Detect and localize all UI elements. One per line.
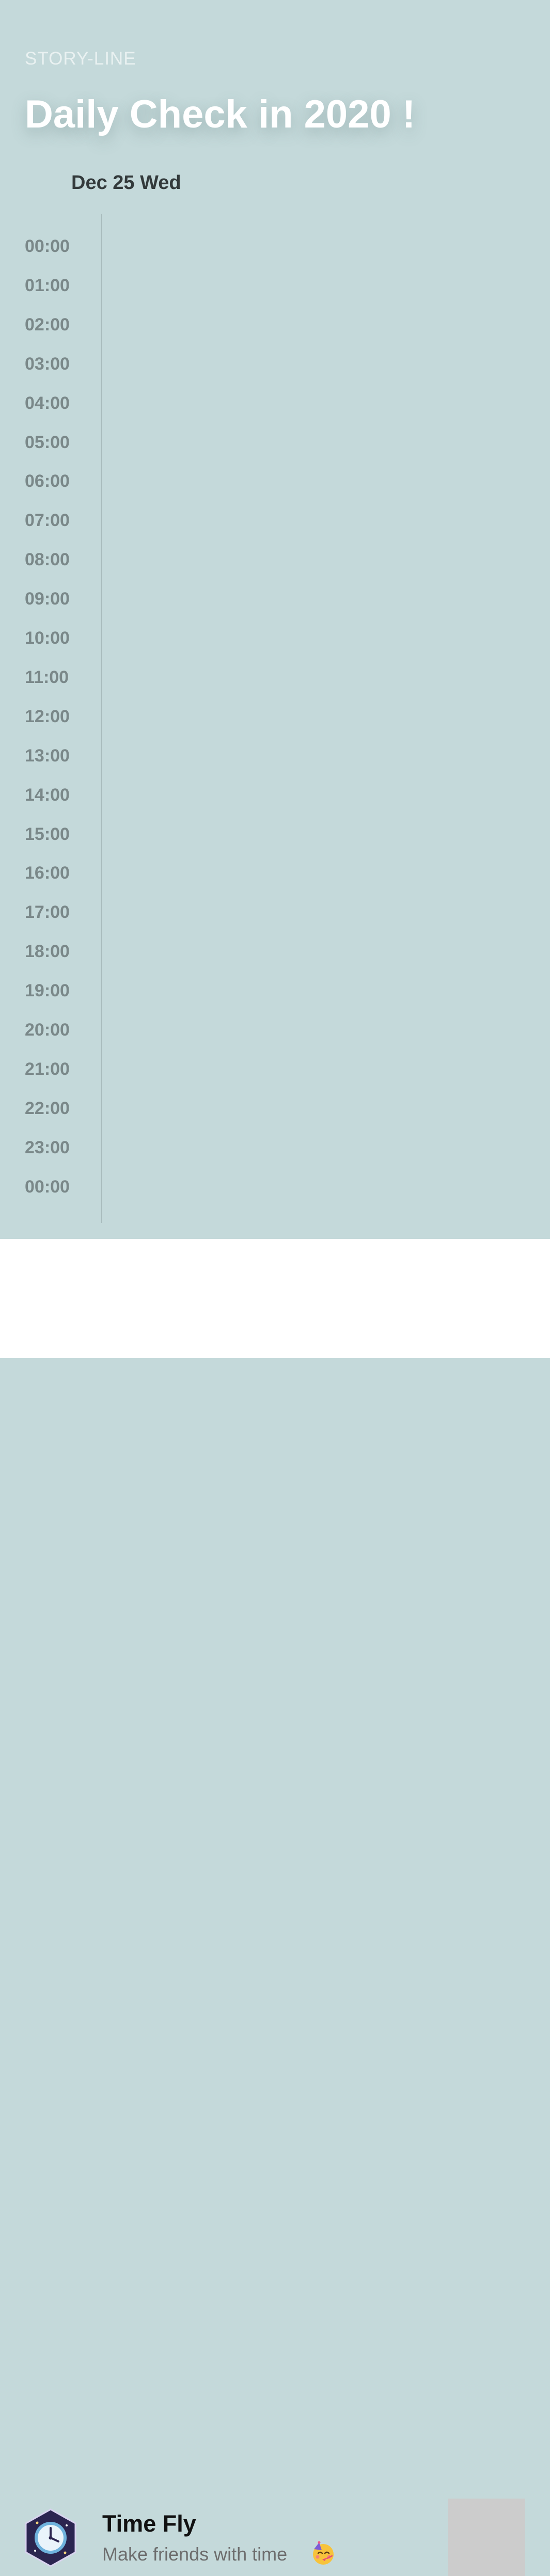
hour-label: 03:00 [25,354,70,374]
hour-label: 14:00 [25,785,70,805]
hour-label: 20:00 [25,1020,70,1040]
timeline-screen: STORY-LINE Daily Check in 2020 ! Dec 25 … [0,0,550,1239]
app-tagline: Make friends with time [102,2543,288,2565]
hour-label: 00:00 [25,1176,70,1197]
hour-label: 11:00 [25,667,69,687]
hour-label: 16:00 [25,863,70,883]
hour-label: 19:00 [25,981,70,1001]
party-face-emoji [313,2541,334,2565]
ad-banner[interactable]: Time Fly Make friends with time [0,1239,550,2576]
hour-label: 15:00 [25,824,70,844]
hour-label: 18:00 [25,942,70,962]
hour-label: 00:00 [25,236,70,256]
hour-label: 04:00 [25,393,70,413]
hour-label: 17:00 [25,902,70,923]
hour-label: 10:00 [25,628,70,648]
timeline-axis [101,214,102,1223]
clock-hexagon-icon [25,2508,76,2567]
ad-image-placeholder[interactable] [448,2499,525,2576]
hour-label: 21:00 [25,1059,70,1079]
hour-label: 08:00 [25,550,70,570]
hour-label: 12:00 [25,706,70,726]
hour-label: 07:00 [25,511,70,531]
hour-label: 13:00 [25,745,70,766]
hour-label: 01:00 [25,275,70,295]
hour-label: 05:00 [25,432,70,452]
hour-label: 09:00 [25,589,70,609]
hour-labels: 00:00 01:00 02:00 03:00 04:00 05:00 06:00 07:00… [0,0,93,1239]
app-name: Time Fly [102,2510,196,2537]
hour-label: 02:00 [25,314,70,335]
hour-label: 22:00 [25,1098,70,1118]
hour-label: 06:00 [25,471,70,491]
hour-label: 23:00 [25,1137,70,1157]
